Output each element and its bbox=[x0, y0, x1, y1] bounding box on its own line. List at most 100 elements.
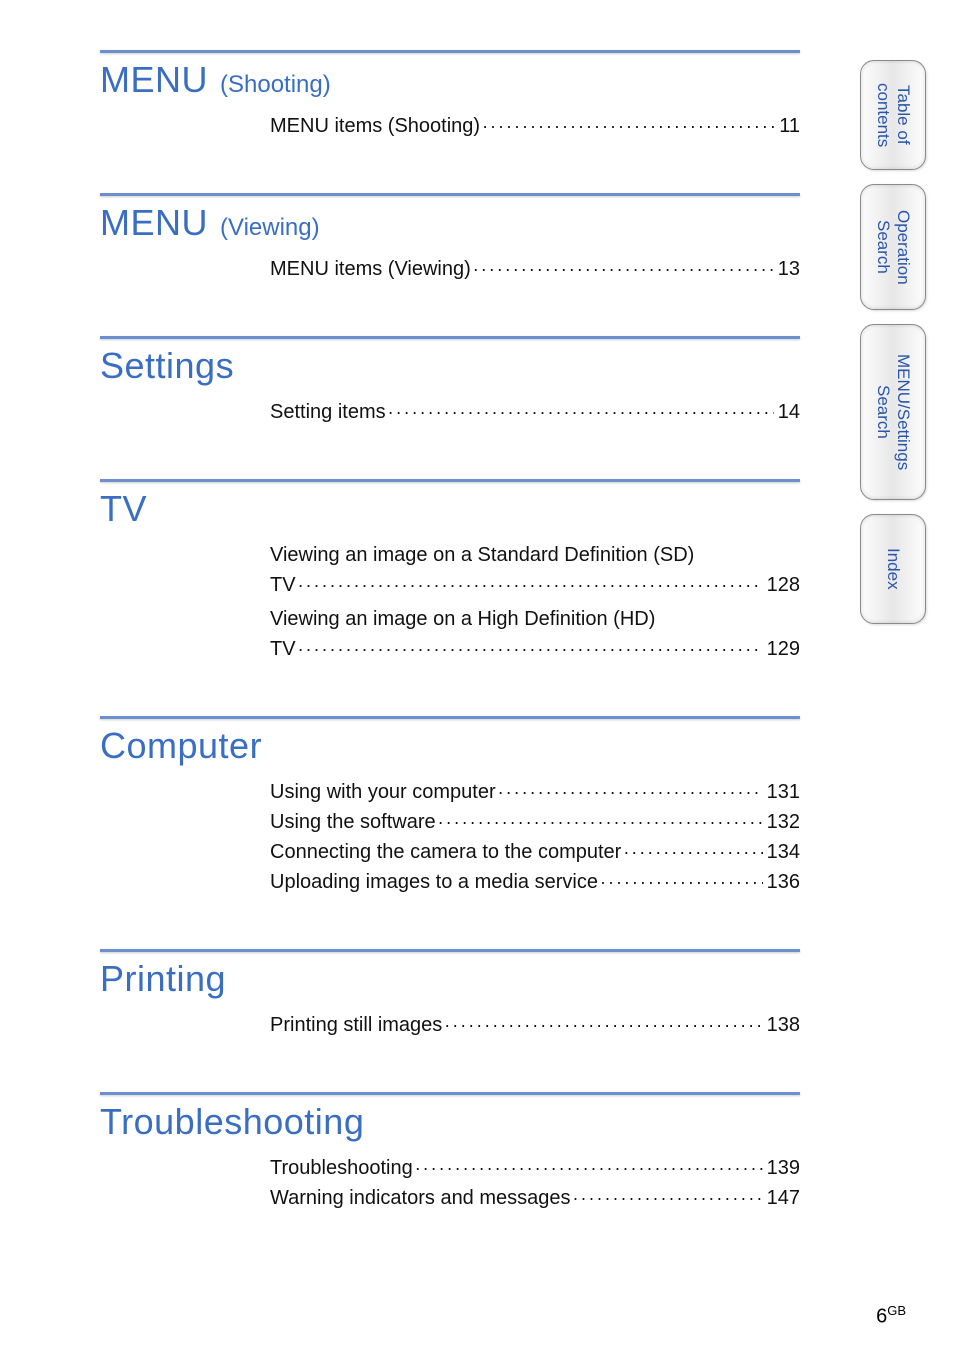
toc-entry-page: 139 bbox=[763, 1153, 800, 1183]
section-heading-main: Troubleshooting bbox=[100, 1101, 364, 1143]
toc-entry-label: MENU items (Shooting) bbox=[270, 111, 480, 141]
toc-section: Computer Using with your computer131Using… bbox=[100, 716, 800, 897]
section-divider bbox=[100, 949, 800, 952]
side-tab[interactable]: Table of contents bbox=[860, 60, 926, 170]
toc-entry-page: 147 bbox=[763, 1183, 800, 1213]
toc-leaders bbox=[296, 570, 763, 600]
toc-entry[interactable]: Using with your computer131 bbox=[270, 777, 800, 807]
section-divider bbox=[100, 1092, 800, 1095]
section-heading-sub: (Shooting) bbox=[220, 71, 331, 99]
section-items: MENU items (Viewing) 13 bbox=[270, 254, 800, 284]
toc-entry-page: 11 bbox=[775, 111, 800, 141]
toc-entry-line: TV 129 bbox=[270, 634, 800, 664]
toc-entry-page: 128 bbox=[763, 570, 800, 600]
toc-entry-page: 136 bbox=[763, 867, 800, 897]
section-heading[interactable]: Printing bbox=[100, 958, 800, 1000]
toc-entry-page: 132 bbox=[763, 807, 800, 837]
section-heading[interactable]: Computer bbox=[100, 725, 800, 767]
side-tabs: Table of contents Operation Search MENU/Se… bbox=[860, 60, 926, 624]
toc-entry-label: Uploading images to a media service bbox=[270, 867, 598, 897]
page-suffix: GB bbox=[887, 1303, 906, 1318]
page-number: 6 bbox=[876, 1306, 887, 1328]
toc-section: Settings Setting items 14 bbox=[100, 336, 800, 427]
toc-content: MENU(Shooting)MENU items (Shooting)11MEN… bbox=[100, 50, 800, 1265]
toc-entry[interactable]: Uploading images to a media service 136 bbox=[270, 867, 800, 897]
section-heading-main: Computer bbox=[100, 725, 262, 767]
section-heading[interactable]: MENU (Shooting) bbox=[100, 59, 800, 101]
toc-entry-label: Viewing an image on a High Definition (H… bbox=[270, 604, 800, 634]
section-heading-main: TV bbox=[100, 488, 147, 530]
section-items: Troubleshooting139Warning indicators and… bbox=[270, 1153, 800, 1213]
toc-leaders bbox=[480, 111, 775, 141]
toc-leaders bbox=[386, 397, 774, 427]
section-heading-main: Printing bbox=[100, 958, 226, 1000]
toc-leaders bbox=[571, 1183, 763, 1213]
toc-section: TVViewing an image on a Standard Definit… bbox=[100, 479, 800, 664]
toc-entry-page: 138 bbox=[763, 1010, 800, 1040]
section-heading[interactable]: Troubleshooting bbox=[100, 1101, 800, 1143]
toc-entry-label-last: TV bbox=[270, 634, 296, 664]
section-divider bbox=[100, 716, 800, 719]
toc-leaders bbox=[621, 837, 762, 867]
toc-entry[interactable]: Troubleshooting 139 bbox=[270, 1153, 800, 1183]
toc-leaders bbox=[436, 807, 763, 837]
section-heading-sub: (Viewing) bbox=[220, 214, 320, 242]
toc-leaders bbox=[442, 1010, 762, 1040]
toc-entry-page: 13 bbox=[774, 254, 800, 284]
section-heading[interactable]: MENU (Viewing) bbox=[100, 202, 800, 244]
toc-leaders bbox=[471, 254, 774, 284]
toc-entry[interactable]: Setting items 14 bbox=[270, 397, 800, 427]
section-heading[interactable]: TV bbox=[100, 488, 800, 530]
toc-section: MENU (Viewing) MENU items (Viewing) 13 bbox=[100, 193, 800, 284]
toc-entry[interactable]: Printing still images 138 bbox=[270, 1010, 800, 1040]
toc-entry[interactable]: Using the software 132 bbox=[270, 807, 800, 837]
toc-entry[interactable]: Warning indicators and messages 147 bbox=[270, 1183, 800, 1213]
toc-entry[interactable]: Connecting the camera to the computer 134 bbox=[270, 837, 800, 867]
side-tab-label: Operation Search bbox=[873, 196, 913, 299]
section-divider bbox=[100, 50, 800, 53]
section-heading-main: Settings bbox=[100, 345, 234, 387]
toc-leaders bbox=[296, 634, 763, 664]
side-tab[interactable]: MENU/Settings Search bbox=[860, 324, 926, 500]
section-items: Setting items 14 bbox=[270, 397, 800, 427]
toc-entry[interactable]: Viewing an image on a Standard Definitio… bbox=[270, 540, 800, 600]
toc-section: MENU (Shooting) MENU items (Shooting) 11 bbox=[100, 50, 800, 141]
side-tab[interactable]: Index bbox=[860, 514, 926, 624]
section-heading-main: MENU bbox=[100, 202, 208, 244]
toc-entry-line: TV 128 bbox=[270, 570, 800, 600]
section-divider bbox=[100, 479, 800, 482]
section-items: Printing still images 138 bbox=[270, 1010, 800, 1040]
toc-entry-label: Setting items bbox=[270, 397, 386, 427]
toc-leaders bbox=[413, 1153, 763, 1183]
toc-entry-page: 131 bbox=[763, 777, 800, 807]
toc-entry-label-last: TV bbox=[270, 570, 296, 600]
section-divider bbox=[100, 336, 800, 339]
side-tab-label: Table of contents bbox=[873, 69, 913, 161]
toc-section: TroubleshootingTroubleshooting139Warning… bbox=[100, 1092, 800, 1213]
toc-entry-label: Viewing an image on a Standard Definitio… bbox=[270, 540, 800, 570]
toc-entry-label: Troubleshooting bbox=[270, 1153, 413, 1183]
toc-entry[interactable]: MENU items (Shooting) 11 bbox=[270, 111, 800, 141]
toc-entry-label: Connecting the camera to the computer bbox=[270, 837, 621, 867]
toc-section: Printing Printing still images 138 bbox=[100, 949, 800, 1040]
toc-entry-label: Warning indicators and messages bbox=[270, 1183, 571, 1213]
toc-entry-page: 134 bbox=[763, 837, 800, 867]
section-divider bbox=[100, 193, 800, 196]
side-tab[interactable]: Operation Search bbox=[860, 184, 926, 310]
toc-leaders bbox=[598, 867, 763, 897]
section-heading[interactable]: Settings bbox=[100, 345, 800, 387]
section-items: Viewing an image on a Standard Definitio… bbox=[270, 540, 800, 664]
toc-entry[interactable]: MENU items (Viewing) 13 bbox=[270, 254, 800, 284]
toc-leaders bbox=[496, 777, 763, 807]
toc-entry-page: 14 bbox=[774, 397, 800, 427]
section-heading-main: MENU bbox=[100, 59, 208, 101]
toc-entry-page: 129 bbox=[763, 634, 800, 664]
section-items: MENU items (Shooting) 11 bbox=[270, 111, 800, 141]
toc-entry-label: MENU items (Viewing) bbox=[270, 254, 471, 284]
side-tab-label: Index bbox=[883, 534, 903, 604]
toc-entry-label: Printing still images bbox=[270, 1010, 442, 1040]
side-tab-label: MENU/Settings Search bbox=[873, 340, 913, 484]
page-footer: 6GB bbox=[876, 1303, 906, 1329]
toc-entry-label: Using the software bbox=[270, 807, 436, 837]
toc-entry[interactable]: Viewing an image on a High Definition (H… bbox=[270, 604, 800, 664]
